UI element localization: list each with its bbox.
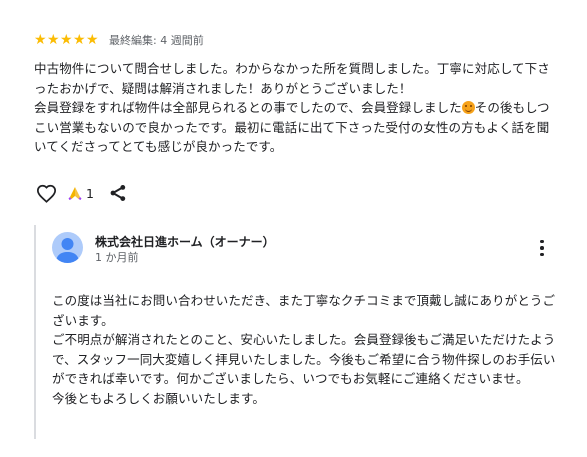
share-icon bbox=[110, 185, 126, 201]
owner-reply: 株式会社日進ホーム（オーナー） 1 か月前 この度は当社にお問い合わせいただき、… bbox=[34, 225, 556, 439]
star-icon: ★ bbox=[73, 32, 86, 48]
reply-paragraph-1: この度は当社にお問い合わせいただき、また丁寧なクチコミまで頂戴し誠にありがとうご… bbox=[52, 293, 556, 328]
star-icon: ★ bbox=[86, 32, 99, 48]
review-actions: 1 bbox=[34, 181, 128, 205]
reply-paragraph-3: 今後ともよろしくお願いいたします。 bbox=[52, 390, 265, 406]
heart-outline-icon bbox=[36, 184, 56, 203]
edited-timestamp: 最終編集: 4 週間前 bbox=[109, 34, 204, 47]
review-text: 中古物件について問合せしました。わからなかった所を質問しました。丁寧に対応して下… bbox=[34, 59, 559, 157]
praying-hands-icon bbox=[68, 187, 82, 200]
review-card: ★ ★ ★ ★ ★ 最終編集: 4 週間前 中古物件について問合せしました。わか… bbox=[34, 30, 559, 157]
more-vert-icon[interactable] bbox=[534, 237, 550, 259]
reaction-count: 1 bbox=[86, 185, 94, 201]
reply-timestamp: 1 か月前 bbox=[95, 251, 139, 264]
star-rating: ★ ★ ★ ★ ★ bbox=[34, 33, 99, 47]
star-icon: ★ bbox=[47, 32, 60, 48]
owner-name[interactable]: 株式会社日進ホーム（オーナー） bbox=[95, 233, 275, 250]
star-icon: ★ bbox=[60, 32, 73, 48]
avatar bbox=[52, 232, 83, 263]
share-button[interactable] bbox=[108, 183, 128, 203]
star-icon: ★ bbox=[34, 32, 47, 48]
reaction-button[interactable]: 1 bbox=[67, 185, 94, 201]
review-meta: ★ ★ ★ ★ ★ 最終編集: 4 週間前 bbox=[34, 30, 559, 50]
review-paragraph-2a: 会員登録をすれば物件は全部見られるとの事でしたので、会員登録しました bbox=[34, 100, 462, 115]
like-button[interactable] bbox=[34, 181, 58, 205]
person-icon bbox=[56, 238, 79, 263]
reply-paragraph-2: ご不明点が解消されたとのこと、安心いたしました。会員登録後もご満足いただけたよう… bbox=[52, 332, 556, 386]
grinning-face-emoji-icon bbox=[461, 101, 475, 114]
reply-text: この度は当社にお問い合わせいただき、また丁寧なクチコミまで頂戴し誠にありがとうご… bbox=[52, 291, 558, 408]
review-paragraph-1: 中古物件について問合せしました。わからなかった所を質問しました。丁寧に対応して下… bbox=[34, 61, 550, 96]
